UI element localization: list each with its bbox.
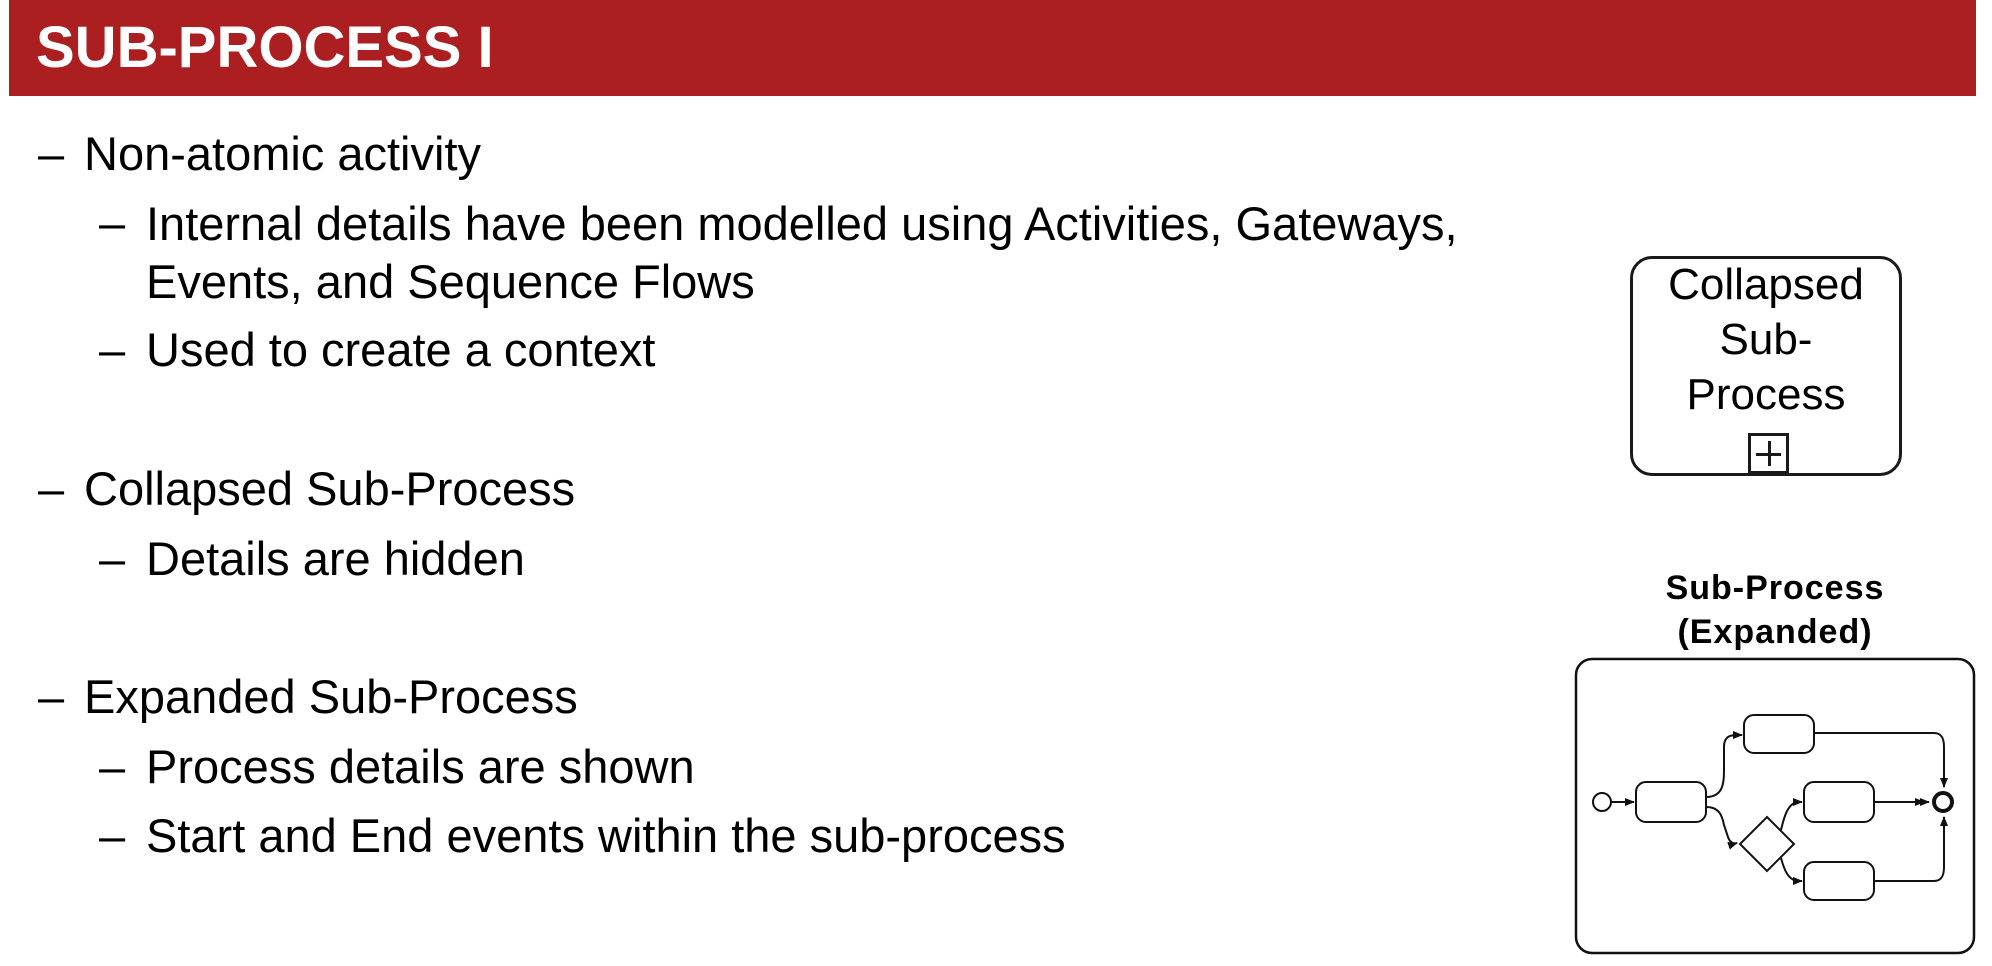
- bullet-text: Process details are shown: [146, 740, 695, 793]
- bullet-text: Collapsed Sub-Process: [84, 462, 576, 515]
- sub-bullet-internal-details: – Internal details have been modelled us…: [99, 195, 1458, 311]
- bullet-dash: –: [99, 532, 126, 585]
- bullet-expanded-sub-process: – Expanded Sub-Process: [38, 669, 578, 724]
- expanded-sub-process-caption: Sub-Process (Expanded): [1575, 566, 1975, 654]
- bullet-text: Details are hidden: [146, 532, 525, 585]
- bullet-dash: –: [99, 740, 126, 793]
- bullet-collapsed-sub-process: – Collapsed Sub-Process: [38, 461, 576, 516]
- task-middle: [1803, 781, 1875, 823]
- bullet-text: Start and End events within the sub-proc…: [146, 809, 1066, 862]
- task-upper: [1743, 714, 1815, 754]
- bullet-dash: –: [38, 670, 65, 723]
- collapsed-sub-process-label: Collapsed Sub- Process: [1633, 257, 1899, 422]
- collapsed-label-line: Process: [1686, 370, 1846, 419]
- sub-bullet-details-shown: – Process details are shown: [99, 739, 695, 794]
- caption-line: (Expanded): [1677, 613, 1873, 651]
- bullet-dash: –: [38, 462, 65, 515]
- start-event-icon: [1592, 792, 1612, 812]
- task-lower: [1803, 861, 1875, 901]
- bullet-text: Used to create a context: [146, 323, 656, 376]
- sub-bullet-details-hidden: – Details are hidden: [99, 531, 525, 586]
- sub-bullet-context: – Used to create a context: [99, 322, 656, 377]
- expanded-sub-process-figure: [1574, 657, 1976, 955]
- collapsed-label-line: Collapsed: [1668, 260, 1864, 309]
- bullet-dash: –: [38, 127, 65, 180]
- collapsed-label-line: Sub-: [1719, 315, 1813, 364]
- sub-bullet-start-end-events: – Start and End events within the sub-pr…: [99, 808, 1066, 863]
- bullet-dash: –: [99, 323, 126, 376]
- caption-line: Sub-Process: [1665, 569, 1885, 607]
- bullet-text-line: Events, and Sequence Flows: [146, 255, 755, 308]
- collapsed-sub-process-figure: Collapsed Sub- Process: [1630, 256, 1902, 476]
- bullet-dash: –: [99, 196, 126, 249]
- task-1: [1635, 781, 1707, 823]
- bullet-non-atomic-activity: – Non-atomic activity: [38, 126, 481, 181]
- bullet-text-line: Internal details have been modelled usin…: [146, 197, 1458, 250]
- end-event-icon: [1932, 791, 1954, 813]
- bullet-dash: –: [99, 809, 126, 862]
- bullet-text: Non-atomic activity: [84, 127, 481, 180]
- bullet-list: – Non-atomic activity – Internal details…: [0, 0, 1560, 966]
- bullet-text: Expanded Sub-Process: [84, 670, 578, 723]
- plus-square-icon: [1748, 433, 1789, 474]
